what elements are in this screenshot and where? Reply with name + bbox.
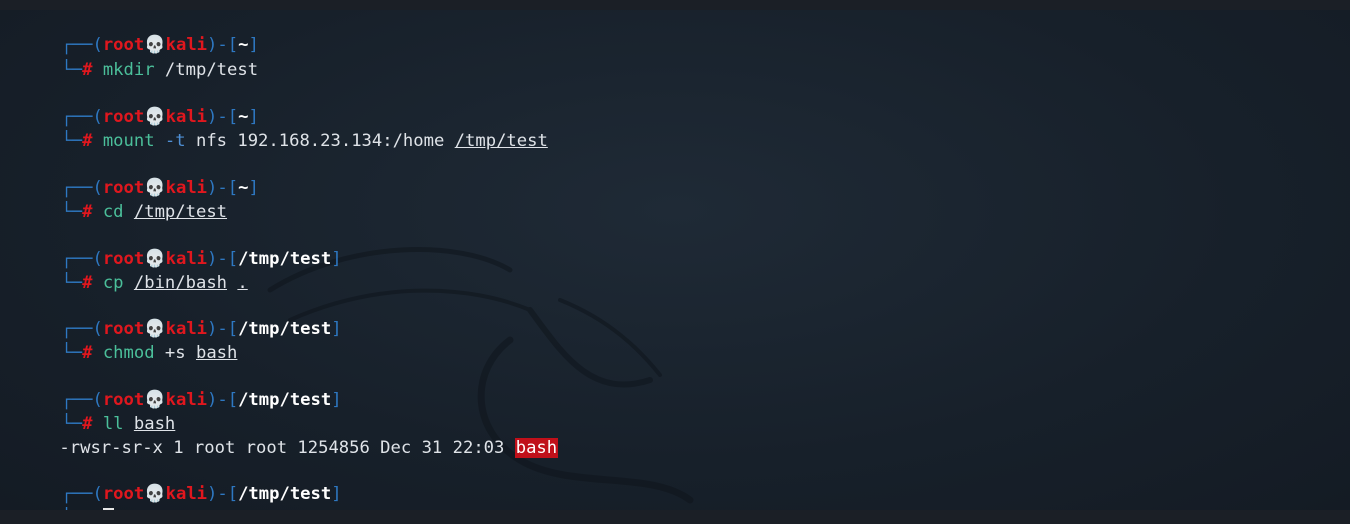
path-argument[interactable]: /tmp/test <box>455 131 548 151</box>
prompt-cwd: /tmp/test <box>238 319 332 339</box>
prompt-corner: └─ <box>61 131 83 151</box>
command-line: └─# cp /bin/bash . <box>20 250 247 293</box>
command-name: chmod <box>102 343 155 363</box>
prompt-header-line: ┌──(root💀kali)-[~] <box>20 155 258 198</box>
command-name: cd <box>102 202 124 222</box>
prompt-header-line: ┌──(root💀kali)-[~] <box>20 84 258 127</box>
terminal-window[interactable]: ┌──(root💀kali)-[~] └─# mkdir /tmp/test ┌… <box>0 10 1350 510</box>
prompt-cwd: ~ <box>238 178 249 198</box>
prompt-frame-end: ] <box>331 319 342 339</box>
prompt-hash: # <box>82 131 93 151</box>
command-args: /tmp/test <box>154 60 259 80</box>
command-line: └─# chmod +s bash <box>20 320 237 363</box>
highlighted-filename: bash <box>514 438 559 458</box>
command-line: └─# mount -t nfs 192.168.23.134:/home /t… <box>20 108 547 151</box>
command-space <box>227 273 237 293</box>
command-space <box>124 273 134 293</box>
path-argument[interactable]: . <box>237 273 247 293</box>
prompt-hash: # <box>82 60 93 80</box>
command-args: nfs 192.168.23.134:/home <box>185 131 455 151</box>
command-output-line: -rwsr-sr-x 1 root root 1254856 Dec 31 22… <box>18 415 559 458</box>
prompt-cwd: /tmp/test <box>238 390 332 410</box>
path-argument[interactable]: /bin/bash <box>134 273 227 293</box>
prompt-corner: └─ <box>61 60 83 80</box>
prompt-frame-end: ] <box>248 178 259 198</box>
path-argument[interactable]: bash <box>196 343 237 363</box>
prompt-hash: # <box>82 273 93 293</box>
prompt-corner: └─ <box>61 273 83 293</box>
prompt-frame-end: ] <box>331 484 342 504</box>
prompt-corner: └─ <box>61 343 83 363</box>
command-name: mkdir <box>102 60 155 80</box>
prompt-frame-mid: )-[ <box>207 390 239 410</box>
prompt-host: kali <box>165 484 208 504</box>
command-name: cp <box>102 273 124 293</box>
prompt-corner: └─ <box>61 202 83 222</box>
prompt-hash: # <box>82 343 93 363</box>
command-flag: -t <box>154 131 186 151</box>
command-args: +s <box>154 343 196 363</box>
prompt-frame-mid: )-[ <box>207 484 239 504</box>
ls-output-text: -rwsr-sr-x 1 root root 1254856 Dec 31 22… <box>59 438 515 458</box>
command-name: mount <box>102 131 155 151</box>
prompt-frame-end: ] <box>331 390 342 410</box>
active-command-line[interactable]: └─# <box>20 485 114 510</box>
prompt-frame-end: ] <box>331 249 342 269</box>
command-line: └─# cd /tmp/test <box>20 179 227 222</box>
prompt-header-line: ┌──(root💀kali)-[/tmp/test] <box>20 226 341 269</box>
prompt-header-line: ┌──(root💀kali)-[/tmp/test] <box>20 296 341 339</box>
path-argument[interactable]: /tmp/test <box>134 202 227 222</box>
prompt-header-line: ┌──(root💀kali)-[/tmp/test] <box>20 367 341 410</box>
prompt-header-line: ┌──(root💀kali)-[~] <box>20 12 258 55</box>
prompt-hash: # <box>82 202 93 222</box>
command-space <box>124 202 134 222</box>
command-line: └─# mkdir /tmp/test <box>20 37 258 80</box>
prompt-header-line: ┌──(root💀kali)-[/tmp/test] <box>20 461 341 504</box>
skull-icon: 💀 <box>144 484 166 504</box>
command-line: └─# ll bash <box>20 391 175 434</box>
prompt-cwd: /tmp/test <box>238 484 332 504</box>
window-bottom-edge <box>0 510 1350 524</box>
prompt-cwd: /tmp/test <box>238 249 332 269</box>
